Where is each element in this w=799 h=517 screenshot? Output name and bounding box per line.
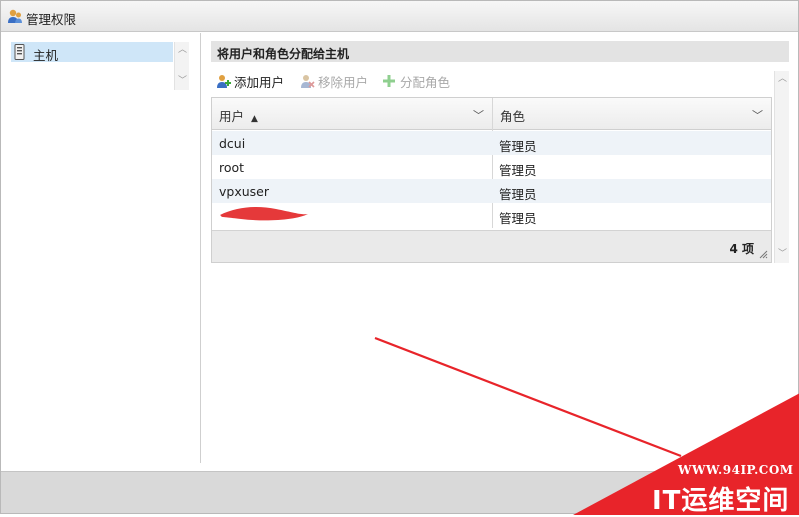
scroll-up-icon[interactable]: ︿ (777, 74, 788, 85)
permissions-table: 用户 ▲ ﹀ 角色 ﹀ dcui 管理员 root 管理员 vpxuser 管理… (211, 97, 772, 263)
cell-role: 管理员 (499, 139, 537, 154)
column-header-user[interactable]: 用户 ▲ ﹀ (212, 98, 492, 130)
resize-grip-icon[interactable] (759, 250, 768, 259)
item-count: 4 项 (729, 242, 754, 256)
table-footer: 4 项 (212, 230, 771, 262)
table-row[interactable]: root 管理员 (212, 155, 771, 179)
column-header-role[interactable]: 角色 ﹀ (493, 98, 771, 130)
cell-user: root (219, 160, 245, 175)
table-row[interactable]: vpxuser 管理员 (212, 179, 771, 203)
watermark-url: WWW.94IP.COM (678, 463, 794, 477)
add-user-label: 添加用户 (234, 74, 285, 90)
remove-user-label: 移除用户 (318, 74, 369, 90)
window-title: 管理权限 (26, 12, 77, 27)
column-label-user: 用户 (219, 109, 245, 124)
panel-scrollbar[interactable]: ︿ ﹀ (774, 71, 789, 263)
column-label-role: 角色 (500, 109, 526, 124)
title-bar: 管理权限 (1, 1, 798, 32)
inventory-tree: 主机 ︿ ﹀ (1, 33, 201, 463)
panel-header: 将用户和角色分配给主机 (211, 41, 789, 62)
manage-permissions-window: 管理权限 主机 ︿ ﹀ 将用户和角色分配给主机 添加用户 移除用户 分配角色 用… (0, 0, 799, 516)
cell-role: 管理员 (499, 163, 537, 178)
plus-icon (383, 75, 395, 87)
cell-role: 管理员 (499, 187, 537, 202)
assign-role-button[interactable]: 分配角色 (381, 71, 450, 91)
assign-role-label: 分配角色 (400, 74, 451, 90)
cell-user: vpxuser (219, 184, 269, 199)
add-user-icon (217, 75, 231, 88)
scroll-down-icon[interactable]: ﹀ (177, 76, 188, 87)
permissions-toolbar: 添加用户 移除用户 分配角色 (211, 71, 771, 93)
tree-item-label: 主机 (33, 48, 59, 63)
users-icon (8, 9, 22, 23)
add-user-button[interactable]: 添加用户 (215, 71, 284, 91)
tree-item-host[interactable]: 主机 (11, 42, 173, 63)
table-row[interactable]: dcui 管理员 (212, 131, 771, 155)
cell-role: 管理员 (499, 211, 537, 226)
watermark-text: IT运维空间 (652, 486, 790, 516)
scroll-down-icon[interactable]: ﹀ (777, 249, 788, 260)
host-icon (14, 44, 25, 60)
chevron-down-icon[interactable]: ﹀ (752, 107, 763, 123)
redaction-scribble (220, 207, 308, 221)
tree-scrollbar[interactable]: ︿ ﹀ (174, 42, 189, 90)
remove-user-button[interactable]: 移除用户 (299, 71, 368, 91)
scroll-up-icon[interactable]: ︿ (177, 45, 188, 56)
remove-user-icon (301, 75, 315, 88)
chevron-down-icon[interactable]: ﹀ (473, 107, 484, 123)
cell-user: dcui (219, 136, 246, 151)
sort-ascending-icon: ▲ (251, 114, 258, 124)
